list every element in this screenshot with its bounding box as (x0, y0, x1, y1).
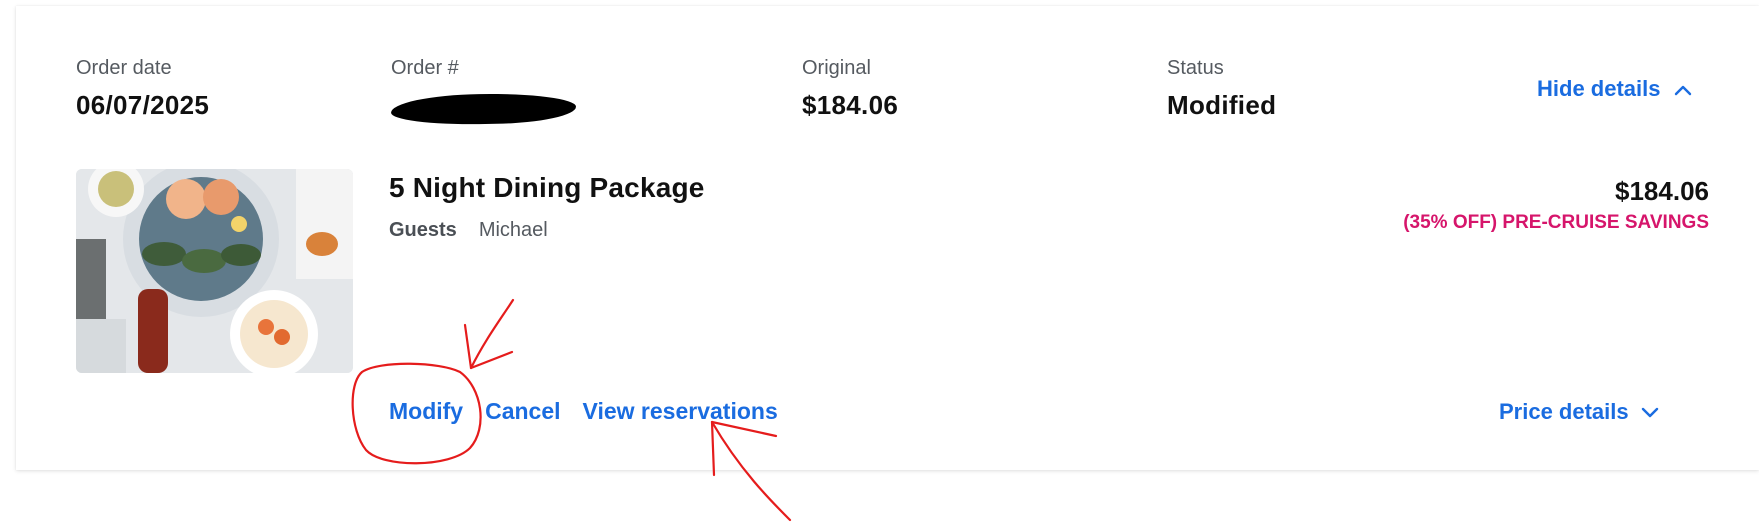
chevron-up-icon (1674, 76, 1692, 102)
hide-details-button[interactable]: Hide details (1537, 76, 1692, 102)
view-reservations-link[interactable]: View reservations (583, 398, 778, 425)
original-label: Original (802, 57, 871, 79)
order-date-value: 06/07/2025 (76, 90, 210, 120)
order-number-section: Order # (390, 56, 577, 126)
order-date-label: Order date (76, 57, 172, 79)
modify-link[interactable]: Modify (389, 398, 463, 425)
original-price-section: Original $184.06 (802, 56, 898, 120)
guests-value: Michael (478, 219, 548, 241)
chevron-down-icon (1641, 399, 1659, 425)
order-card: Order date 06/07/2025 Order # Original $… (16, 6, 1759, 470)
seafood-platter-image (76, 169, 353, 373)
page: Order date 06/07/2025 Order # Original $… (0, 0, 1759, 522)
order-number-label: Order # (391, 57, 459, 79)
cancel-link[interactable]: Cancel (485, 398, 560, 425)
guests-label: Guests (389, 219, 457, 241)
guests-row: Guests Michael (389, 219, 548, 242)
status-section: Status Modified (1167, 56, 1276, 120)
status-value: Modified (1167, 90, 1277, 120)
product-title: 5 Night Dining Package (389, 172, 705, 203)
original-value: $184.06 (802, 90, 899, 120)
item-price: $184.06 (1615, 176, 1709, 206)
savings-badge: (35% OFF) PRE-CRUISE SAVINGS (1403, 212, 1709, 233)
status-label: Status (1167, 57, 1224, 79)
redacted-order-number (390, 92, 577, 126)
hide-details-label: Hide details (1537, 76, 1661, 101)
price-details-label: Price details (1499, 399, 1629, 424)
item-actions: Modify Cancel View reservations (389, 398, 778, 425)
order-date-section: Order date 06/07/2025 (76, 56, 209, 120)
price-details-button[interactable]: Price details (1499, 399, 1659, 425)
